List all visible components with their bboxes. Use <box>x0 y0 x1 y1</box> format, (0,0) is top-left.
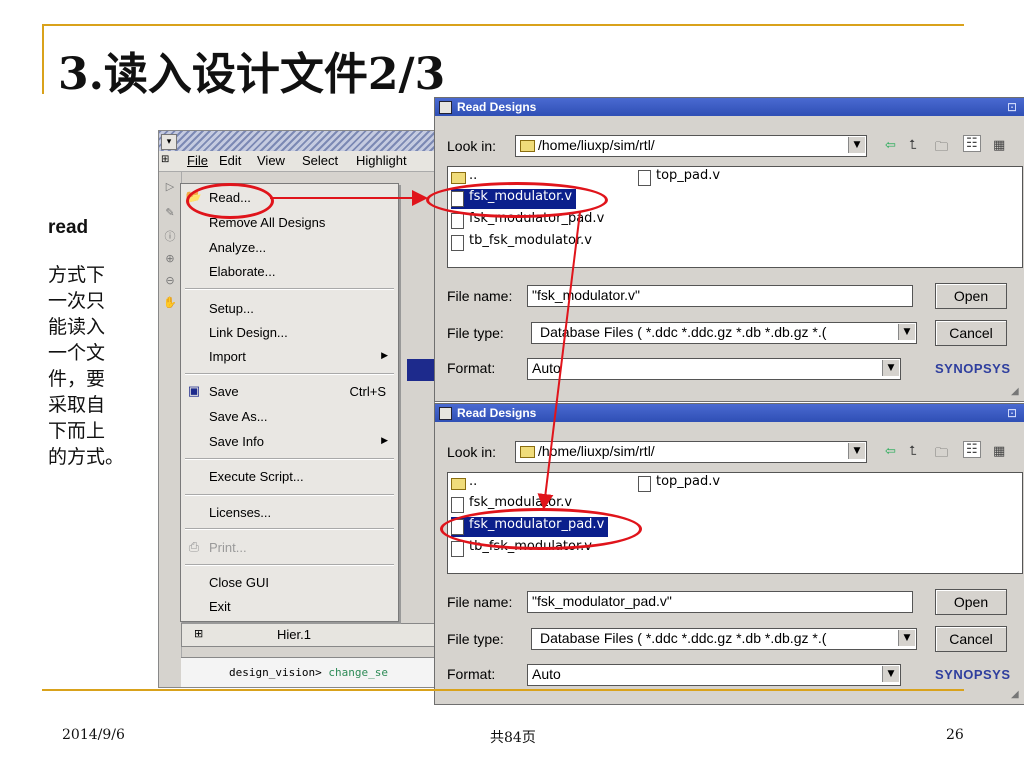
footer-page-count: 共84页 <box>490 730 536 746</box>
footer-rule <box>42 689 964 691</box>
arrow-file1-to-file2 <box>537 211 581 510</box>
footer-date: 2014/9/6 <box>62 727 125 743</box>
footer-page-number: 26 <box>946 727 964 743</box>
annotation-arrows <box>270 190 581 510</box>
